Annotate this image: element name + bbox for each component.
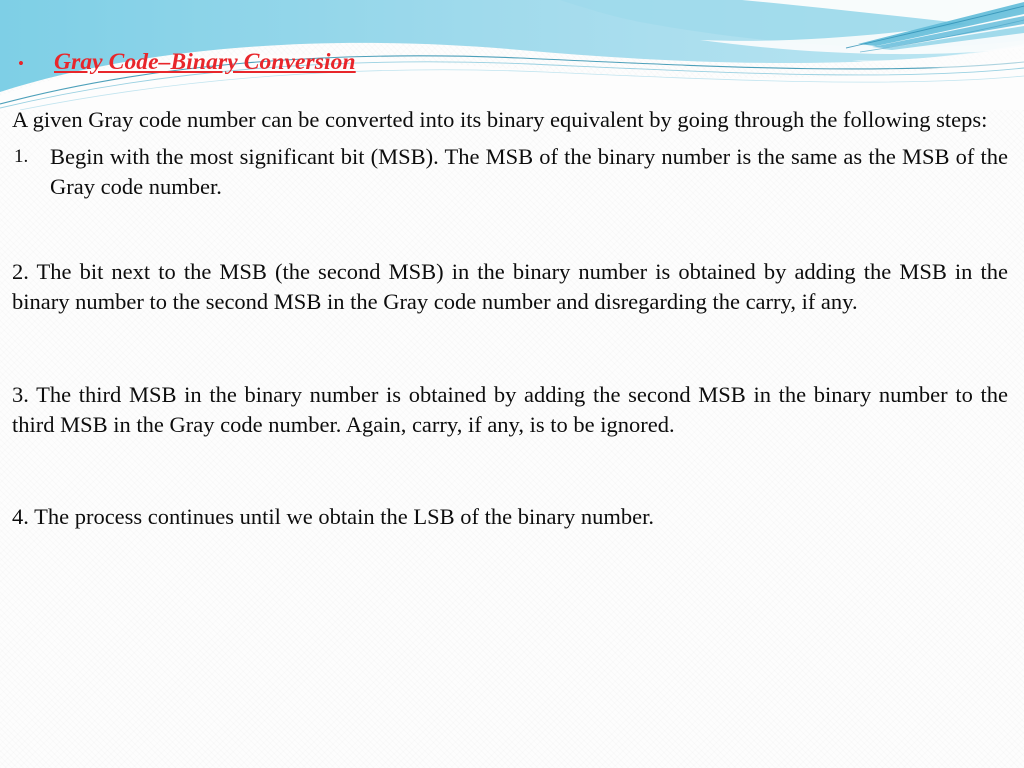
bullet-icon: • [18,54,24,73]
paragraph-step-4: 4. The process continues until we obtain… [12,503,654,529]
list-item-step-1: 1. Begin with the most significant bit (… [12,142,1008,202]
paragraph-step-3: 3. The third MSB in the binary number is… [12,381,1008,437]
slide-canvas: • Gray Code–Binary Conversion A given Gr… [0,0,1024,768]
list-item-step-1-text: Begin with the most significant bit (MSB… [50,144,1008,199]
title-row: • Gray Code–Binary Conversion [14,50,1008,75]
list-marker-1: 1. [14,146,29,167]
page-title: Gray Code–Binary Conversion [54,49,356,75]
slide-content: • Gray Code–Binary Conversion A given Gr… [0,0,1024,768]
paragraph-step-2: 2. The bit next to the MSB (the second M… [12,258,1008,314]
intro-paragraph: A given Gray code number can be converte… [12,106,988,132]
